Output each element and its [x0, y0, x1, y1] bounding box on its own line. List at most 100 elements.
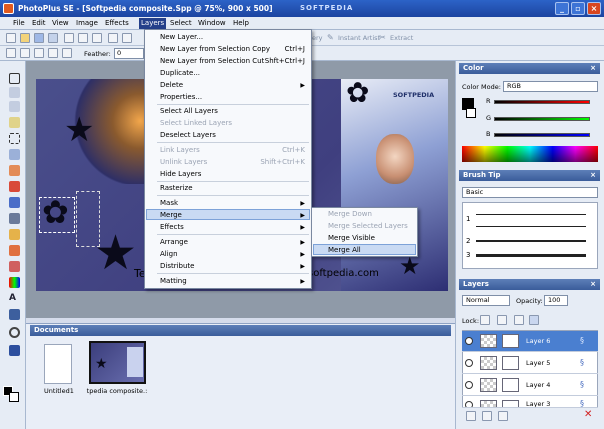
gradient-tool-icon[interactable] [9, 277, 20, 288]
layer-row[interactable]: Layer 3 § [462, 397, 598, 408]
opacity-input[interactable]: 100 [544, 295, 568, 306]
menu-item-select-all-layers[interactable]: Select All Layers [160, 107, 218, 115]
menu-item-arrange[interactable]: Arrange [160, 238, 188, 246]
zoom-tool-icon[interactable] [9, 101, 20, 112]
copy-icon[interactable] [78, 33, 88, 43]
eye-icon[interactable] [465, 401, 473, 407]
panel-close-icon[interactable]: × [590, 279, 596, 290]
lasso-tool-icon[interactable] [9, 149, 20, 160]
menu-item-merge-visible[interactable]: Merge Visible [328, 234, 375, 242]
instant-artist-button[interactable]: Instant Artist [338, 34, 380, 42]
layer-fx-icon[interactable]: § [580, 358, 584, 367]
new-layer-icon[interactable] [466, 411, 476, 421]
menu-item-effects[interactable]: Effects [160, 223, 184, 231]
lock-transparency-icon[interactable] [480, 315, 490, 325]
panel-close-icon[interactable]: × [590, 170, 596, 181]
minimize-button[interactable]: _ [555, 2, 569, 15]
menu-item-deselect-layers[interactable]: Deselect Layers [160, 131, 216, 139]
paintbrush-tool-icon[interactable] [9, 181, 20, 192]
document-thumbnail-untitled[interactable] [44, 344, 72, 384]
layer-fx-icon[interactable]: § [580, 336, 584, 345]
selection-add-icon[interactable] [20, 48, 30, 58]
background-color-chip[interactable] [466, 108, 476, 118]
pen-tool-icon[interactable] [9, 309, 20, 320]
brush-sample[interactable] [476, 240, 586, 242]
menu-help[interactable]: Help [233, 19, 249, 27]
layer-mask-icon[interactable] [482, 411, 492, 421]
menu-select[interactable]: Select [170, 19, 192, 27]
menu-window[interactable]: Window [198, 19, 226, 27]
eye-icon[interactable] [465, 381, 473, 389]
menu-image[interactable]: Image [76, 19, 98, 27]
move-tool-icon[interactable] [9, 73, 20, 84]
node-tool-icon[interactable] [9, 345, 20, 356]
menu-item-properties[interactable]: Properties... [160, 93, 202, 101]
layer-fx-icon[interactable]: § [580, 380, 584, 389]
layer-effects-icon[interactable] [498, 411, 508, 421]
blend-mode-select[interactable]: Normal [462, 295, 510, 306]
menu-edit[interactable]: Edit [32, 19, 46, 27]
menu-item-new-layer-from-cut[interactable]: New Layer from Selection Cut [160, 57, 264, 65]
menu-item-hide-layers[interactable]: Hide Layers [160, 170, 201, 178]
menu-file[interactable]: File [13, 19, 25, 27]
selection-xor-icon[interactable] [62, 48, 72, 58]
lock-paint-icon[interactable] [497, 315, 507, 325]
menu-item-mask[interactable]: Mask [160, 199, 178, 207]
menu-item-rasterize[interactable]: Rasterize [160, 184, 193, 192]
document-thumbnail-composite[interactable]: ★ [89, 341, 146, 384]
maximize-button[interactable]: ▫ [571, 2, 585, 15]
menu-item-delete[interactable]: Delete [160, 81, 183, 89]
crop-tool-icon[interactable] [9, 117, 20, 128]
eyedropper-tool-icon[interactable] [9, 165, 20, 176]
feather-input[interactable]: 0 [114, 48, 144, 59]
eye-icon[interactable] [465, 337, 473, 345]
layer-row[interactable]: Layer 6 § [462, 331, 598, 352]
fill-tool-icon[interactable] [9, 245, 20, 256]
blue-slider[interactable] [494, 133, 590, 137]
smudge-tool-icon[interactable] [9, 261, 20, 272]
print-icon[interactable] [48, 33, 58, 43]
eraser-tool-icon[interactable] [9, 229, 20, 240]
stamp-tool-icon[interactable] [9, 213, 20, 224]
layer-row[interactable]: Layer 5 § [462, 353, 598, 374]
selection-subtract-icon[interactable] [34, 48, 44, 58]
color-mode-select[interactable]: RGB [503, 81, 598, 92]
background-color-swatch[interactable] [9, 392, 19, 402]
cut-icon[interactable] [64, 33, 74, 43]
marquee-tool-icon[interactable] [9, 133, 20, 144]
menu-layers[interactable]: Layers [139, 18, 167, 29]
brush-preset-select[interactable]: Basic [462, 187, 598, 198]
redo-icon[interactable] [122, 33, 132, 43]
paste-icon[interactable] [92, 33, 102, 43]
brush-sample[interactable] [476, 226, 586, 227]
menu-item-distribute[interactable]: Distribute [160, 262, 194, 270]
menu-view[interactable]: View [52, 19, 69, 27]
layer-row[interactable]: Layer 4 § [462, 375, 598, 396]
shape-tool-icon[interactable] [9, 327, 20, 338]
selection-intersect-icon[interactable] [48, 48, 58, 58]
close-button[interactable]: × [587, 2, 601, 15]
clone-tool-icon[interactable] [9, 197, 20, 208]
green-slider[interactable] [494, 117, 590, 121]
new-file-icon[interactable] [6, 33, 16, 43]
delete-layer-icon[interactable]: ✕ [584, 409, 592, 420]
menu-item-duplicate[interactable]: Duplicate... [160, 69, 200, 77]
brush-sample[interactable] [476, 214, 586, 215]
selection-marquee[interactable]: ✿ [39, 196, 75, 233]
save-icon[interactable] [34, 33, 44, 43]
menu-item-merge[interactable]: Merge [160, 211, 182, 219]
layer-fx-icon[interactable]: § [580, 399, 584, 407]
lock-move-icon[interactable] [514, 315, 524, 325]
open-folder-icon[interactable] [20, 33, 30, 43]
red-slider[interactable] [494, 100, 590, 104]
brush-sample[interactable] [476, 254, 586, 257]
menu-item-align[interactable]: Align [160, 250, 178, 258]
menu-item-merge-all[interactable]: Merge All [328, 246, 361, 254]
eye-icon[interactable] [465, 359, 473, 367]
menu-item-new-layer-from-copy[interactable]: New Layer from Selection Copy [160, 45, 270, 53]
gallery-button[interactable]: ery [312, 34, 323, 42]
panel-close-icon[interactable]: × [590, 63, 596, 74]
extract-button[interactable]: Extract [390, 34, 413, 42]
menu-item-new-layer[interactable]: New Layer... [160, 33, 203, 41]
brush-list[interactable] [462, 202, 598, 269]
